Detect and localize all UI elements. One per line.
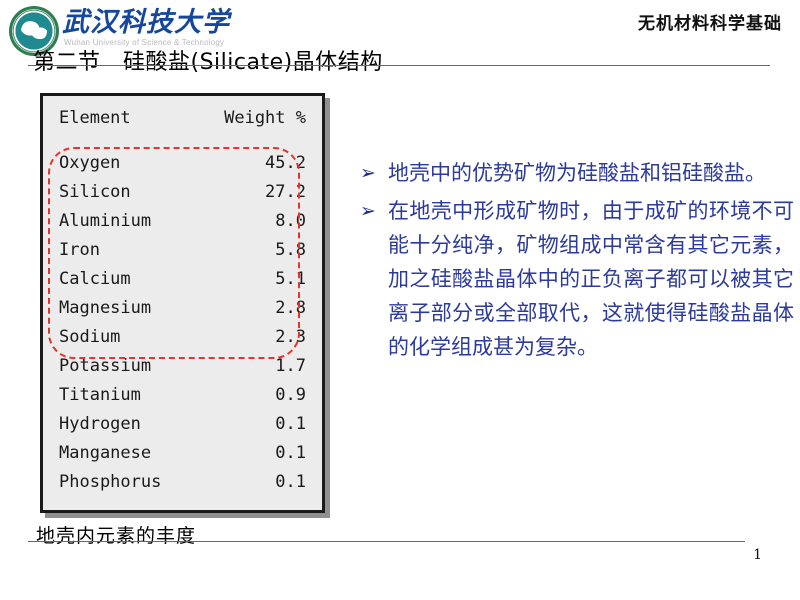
cell-element: Aluminium bbox=[59, 211, 152, 231]
table-body: Oxygen 45.2 Silicon 27.2 Aluminium 8.0 Iron… bbox=[59, 149, 306, 497]
cell-weight: 27.2 bbox=[265, 182, 306, 202]
table-row: Potassium 1.7 bbox=[59, 352, 306, 381]
column-header-weight: Weight % bbox=[224, 108, 306, 128]
cell-weight: 2.8 bbox=[275, 298, 306, 318]
table-row: Oxygen 45.2 bbox=[59, 149, 306, 178]
table-row: Phosphorus 0.1 bbox=[59, 468, 306, 497]
bottom-divider bbox=[28, 541, 745, 542]
page-title: 第二节 硅酸盐(Silicate)晶体结构 bbox=[33, 50, 383, 75]
cell-weight: 45.2 bbox=[265, 153, 306, 173]
cell-element: Iron bbox=[59, 240, 100, 260]
arrow-bullet-icon: ➢ bbox=[360, 162, 376, 184]
cell-weight: 0.1 bbox=[275, 472, 306, 492]
cell-element: Oxygen bbox=[59, 153, 121, 173]
slide-canvas: 武汉科技大学 Wuhan University of Science & Tec… bbox=[0, 0, 800, 600]
table-row: Iron 5.8 bbox=[59, 236, 306, 265]
column-header-element: Element bbox=[59, 108, 131, 128]
cell-weight: 0.1 bbox=[275, 414, 306, 434]
table-row: Manganese 0.1 bbox=[59, 439, 306, 468]
table-row: Sodium 2.3 bbox=[59, 323, 306, 352]
university-name: 武汉科技大学 bbox=[62, 7, 230, 38]
cell-weight: 0.9 bbox=[275, 385, 306, 405]
table-header-row: Element Weight % bbox=[59, 104, 306, 149]
bullet-list: ➢ 地壳中的优势矿物为硅酸盐和铝硅酸盐。 ➢ 在地壳中形成矿物时，由于成矿的环境… bbox=[358, 156, 794, 368]
cell-element: Potassium bbox=[59, 356, 152, 376]
seal-emblem bbox=[21, 19, 47, 42]
table-row: Titanium 0.9 bbox=[59, 381, 306, 410]
cell-element: Manganese bbox=[59, 443, 152, 463]
element-abundance-table: Element Weight % Oxygen 45.2 Silicon 27.2 … bbox=[40, 93, 325, 513]
cell-weight: 0.1 bbox=[275, 443, 306, 463]
arrow-bullet-icon: ➢ bbox=[360, 200, 376, 222]
table-row: Hydrogen 0.1 bbox=[59, 410, 306, 439]
cell-weight: 5.1 bbox=[275, 269, 306, 289]
list-item: ➢ 地壳中的优势矿物为硅酸盐和铝硅酸盐。 bbox=[358, 156, 794, 190]
cell-element: Magnesium bbox=[59, 298, 152, 318]
table-row: Silicon 27.2 bbox=[59, 178, 306, 207]
table-row: Magnesium 2.8 bbox=[59, 294, 306, 323]
table: Element Weight % Oxygen 45.2 Silicon 27.2 … bbox=[59, 104, 306, 497]
cell-element: Titanium bbox=[59, 385, 141, 405]
cell-weight: 5.8 bbox=[275, 240, 306, 260]
page-number: 1 bbox=[753, 547, 762, 563]
list-item-text: 在地壳中形成矿物时，由于成矿的环境不可能十分纯净，矿物组成中常含有其它元素，加之… bbox=[388, 199, 794, 359]
table-row: Aluminium 8.0 bbox=[59, 207, 306, 236]
title-divider bbox=[28, 65, 770, 66]
list-item: ➢ 在地壳中形成矿物时，由于成矿的环境不可能十分纯净，矿物组成中常含有其它元素，… bbox=[358, 194, 794, 364]
cell-weight: 8.0 bbox=[275, 211, 306, 231]
cell-element: Sodium bbox=[59, 327, 121, 347]
list-item-text: 地壳中的优势矿物为硅酸盐和铝硅酸盐。 bbox=[388, 161, 766, 185]
cell-element: Phosphorus bbox=[59, 472, 162, 492]
cell-element: Hydrogen bbox=[59, 414, 141, 434]
course-title: 无机材料科学基础 bbox=[638, 14, 782, 34]
cell-weight: 2.3 bbox=[275, 327, 306, 347]
table-caption: 地壳内元素的丰度 bbox=[36, 525, 197, 547]
cell-element: Silicon bbox=[59, 182, 131, 202]
table-row: Calcium 5.1 bbox=[59, 265, 306, 294]
cell-weight: 1.7 bbox=[275, 356, 306, 376]
cell-element: Calcium bbox=[59, 269, 131, 289]
